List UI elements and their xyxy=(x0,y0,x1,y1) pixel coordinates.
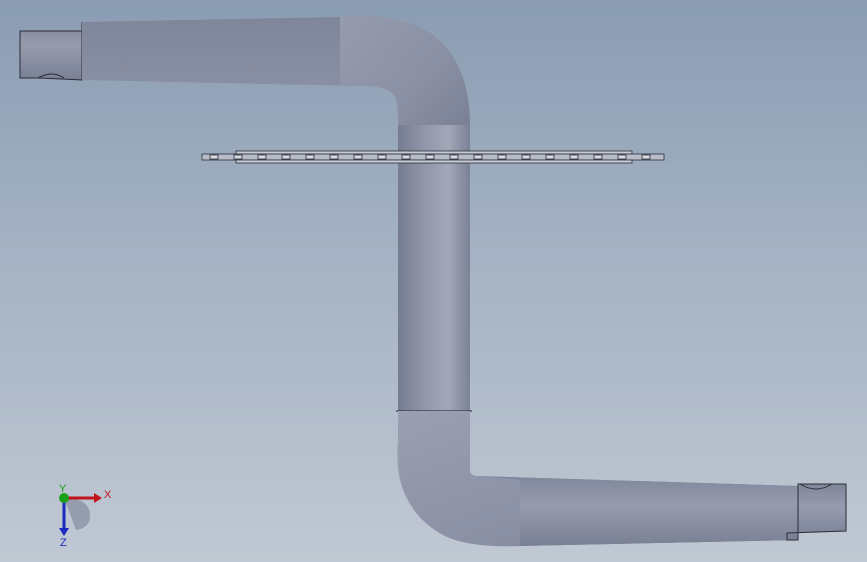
flange-bolt-hole xyxy=(569,154,579,160)
flange-bolt-hole xyxy=(281,154,291,160)
graphics-viewport[interactable]: X Y Z xyxy=(0,0,867,562)
flange-bolt-hole xyxy=(233,154,243,160)
x-axis-label: X xyxy=(104,489,112,501)
flange-bolt-hole xyxy=(473,154,483,160)
lower-horizontal-pipe[interactable] xyxy=(478,476,798,546)
flange-bolt-hole xyxy=(545,154,555,160)
flange-bolt-hole xyxy=(209,154,219,160)
z-axis-label: Z xyxy=(60,537,67,548)
upper-bend xyxy=(340,15,470,141)
flange-bolt-hole xyxy=(425,154,435,160)
coordinate-triad: X Y Z xyxy=(59,483,112,548)
flange-bolt-hole xyxy=(257,154,267,160)
flange-bolt-hole xyxy=(497,154,507,160)
flange-bolt-hole xyxy=(329,154,339,160)
upper-end-fitting[interactable] xyxy=(19,22,83,81)
pipe-model[interactable] xyxy=(0,0,867,562)
flange-bolt-hole xyxy=(521,154,531,160)
flange-bolt-hole xyxy=(353,154,363,160)
flange-bolt-hole xyxy=(641,154,651,160)
flange-bolt-hole xyxy=(449,154,459,160)
y-axis-label: Y xyxy=(59,483,67,495)
vertical-pipe[interactable] xyxy=(398,125,470,411)
flange-bolt-hole xyxy=(617,154,627,160)
flange-bolt-hole xyxy=(593,154,603,160)
flange-plate[interactable] xyxy=(201,150,665,164)
flange-bolt-hole xyxy=(401,154,411,160)
flange-bolt-hole xyxy=(377,154,387,160)
flange-bolt-hole xyxy=(305,154,315,160)
